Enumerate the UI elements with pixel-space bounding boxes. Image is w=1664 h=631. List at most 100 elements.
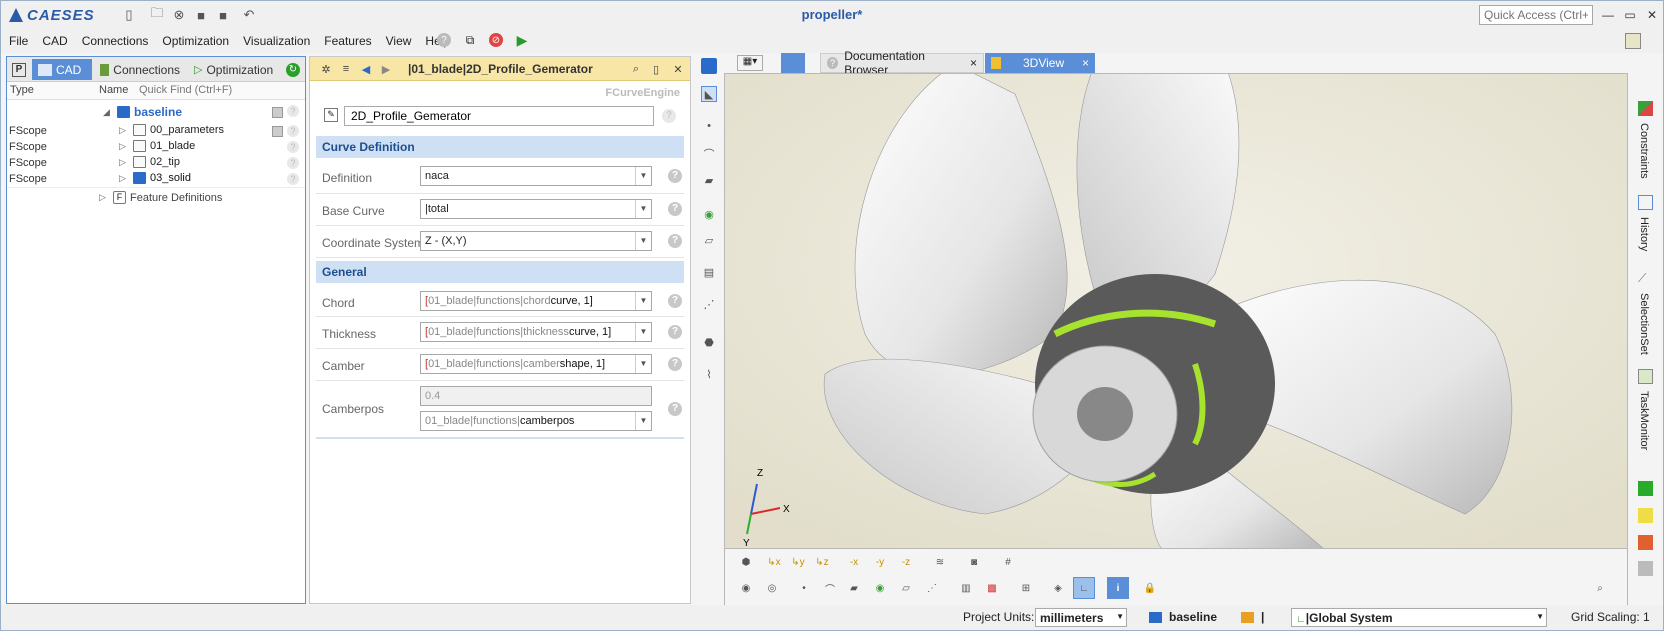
points-set-icon[interactable]: ⋰ [701,296,717,312]
maximize-button[interactable]: ▭ [1621,6,1639,24]
view-x-icon[interactable]: ↳x [765,553,783,571]
run-icon[interactable]: ▶ [513,31,531,49]
folder-tab-icon[interactable] [781,53,805,73]
tab-connections[interactable]: Connections [94,59,186,80]
col-name[interactable]: Name [99,84,128,96]
curve-filter-icon[interactable]: ⌒ [821,579,839,597]
tab-documentation-browser[interactable]: ? Documentation Browser × [820,49,984,77]
layout-icon[interactable]: ▯ [121,7,137,23]
copy-icon[interactable]: ▯ [648,61,664,77]
shading-icon[interactable]: ◎ [763,579,781,597]
open-folder-icon[interactable]: 🗀 [149,5,165,23]
3d-viewport[interactable]: Z X Y [724,73,1628,549]
camber-input[interactable]: [01_blade|functions|cambershape, 1] ▼ [420,354,652,374]
taskmonitor-icon[interactable] [1638,369,1653,384]
image-icon[interactable]: ▤ [701,264,717,280]
close-icon[interactable]: ✕ [670,61,686,77]
menu-cad[interactable]: CAD [42,34,67,48]
expand-arrow-icon[interactable]: ▷ [119,125,129,136]
coordinate-system-select[interactable]: Z - (X,Y) ▼ [420,231,652,251]
config-icon[interactable] [1625,33,1641,49]
plane-filter-icon[interactable]: ▱ [897,579,915,597]
axis-toggle-icon[interactable]: ∟ [1073,577,1095,599]
zoom-icon[interactable]: ⌕ [1591,579,1609,597]
view-minus-y-icon[interactable]: -y [871,553,889,571]
render-mode-icon[interactable]: ◉ [737,579,755,597]
collapse-arrow-icon[interactable]: ◢ [103,107,113,118]
delete-display-icon[interactable]: ▩ [983,579,1001,597]
search-icon[interactable]: ⌕ [628,61,644,77]
feature-definitions-row[interactable]: ▷ F Feature Definitions [7,187,305,207]
solid-icon[interactable]: ⬣ [701,334,717,350]
chord-input[interactable]: [01_blade|functions|chordcurve, 1] ▼ [420,291,652,311]
close-tab-icon[interactable]: × [1082,56,1089,70]
history-tab[interactable]: History [1638,217,1650,251]
grid-icon[interactable]: # [999,553,1017,571]
close-tab-icon[interactable]: × [970,56,977,70]
quick-access-input[interactable] [1479,5,1593,25]
history-icon[interactable] [1638,195,1653,210]
tree-row[interactable]: FScope ▷ 02_tip ? [7,155,305,172]
chevron-down-icon[interactable]: ▼ [1116,612,1124,621]
expand-arrow-icon[interactable]: ▷ [119,173,129,184]
refresh-button[interactable]: ↻ [283,59,303,80]
thickness-help-icon[interactable]: ? [668,325,682,339]
expand-arrow-icon[interactable]: ▷ [99,192,109,203]
tab-3dview[interactable]: 3DView × [985,53,1095,73]
col-type[interactable]: Type [10,84,34,96]
menu-file[interactable]: File [9,34,28,48]
dots-filter-icon[interactable]: ⋰ [923,579,941,597]
copy-icon[interactable]: ⧉ [461,31,479,49]
constraints-icon[interactable] [1638,101,1653,116]
save-icon[interactable]: ■ [193,7,209,23]
chevron-down-icon[interactable]: ▼ [635,292,651,310]
plane-icon[interactable]: ▱ [701,232,717,248]
back-icon[interactable]: ◀ [358,61,374,77]
split-view-icon[interactable]: ⊞ [1017,579,1035,597]
undo-icon[interactable]: ↶ [241,7,257,23]
current-scope[interactable]: baseline [1169,610,1217,624]
view-z-icon[interactable]: ↳z [813,553,831,571]
view-y-icon[interactable]: ↳y [789,553,807,571]
visibility-icon[interactable] [272,107,283,118]
coordinate-system-select[interactable]: ∟|Global System ▼ [1291,608,1547,627]
chevron-down-icon[interactable]: ▼ [635,167,651,185]
surface-icon[interactable]: ▰ [701,172,717,188]
stop-icon[interactable]: ⊘ [489,33,503,47]
list-icon[interactable]: ≡ [338,61,354,77]
camberpos-help-icon[interactable]: ? [668,402,682,416]
quick-find-input[interactable]: Quick Find (Ctrl+F) [139,84,232,96]
close-project-icon[interactable]: ⊗ [171,7,187,23]
surface-filter-icon[interactable]: ▰ [845,579,863,597]
selection-icon[interactable]: ⟋ [1638,271,1653,286]
section-curve-definition[interactable]: Curve Definition [316,136,684,158]
minimize-button[interactable]: — [1599,6,1617,24]
tree-row[interactable]: FScope ▷ 03_solid ? [7,171,305,188]
chord-help-icon[interactable]: ? [668,294,682,308]
point-icon[interactable]: • [701,118,717,134]
brush-icon[interactable]: ⌇ [701,366,717,382]
iso-view-icon[interactable]: ⬢ [737,553,755,571]
point-filter-icon[interactable]: • [795,579,813,597]
section-general[interactable]: General [316,261,684,283]
view-minus-z-icon[interactable]: -z [897,553,915,571]
menu-connections[interactable]: Connections [82,34,149,48]
pin-icon[interactable]: ✲ [318,61,334,77]
camber-help-icon[interactable]: ? [668,357,682,371]
chevron-down-icon[interactable]: ▼ [635,200,651,218]
tree-root-row[interactable]: ◢ baseline ? [7,103,305,122]
chevron-down-icon[interactable]: ▼ [635,412,651,430]
tab-p[interactable]: P [9,59,29,80]
chevron-down-icon[interactable]: ▼ [635,323,651,341]
help-icon[interactable]: ? [437,33,451,47]
shield-icon[interactable]: ◈ [1049,579,1067,597]
view-minus-x-icon[interactable]: -x [845,553,863,571]
camberpos-input[interactable]: 01_blade|functions|camberpos ▼ [420,411,652,431]
curve-icon[interactable]: ⌒ [701,146,717,162]
expand-arrow-icon[interactable]: ▷ [119,141,129,152]
thickness-input[interactable]: [01_blade|functions|thicknesscurve, 1] ▼ [420,322,652,342]
definition-help-icon[interactable]: ? [668,169,682,183]
coordinate-system-help-icon[interactable]: ? [668,234,682,248]
base-curve-help-icon[interactable]: ? [668,202,682,216]
chevron-down-icon[interactable]: ▼ [1536,612,1544,621]
